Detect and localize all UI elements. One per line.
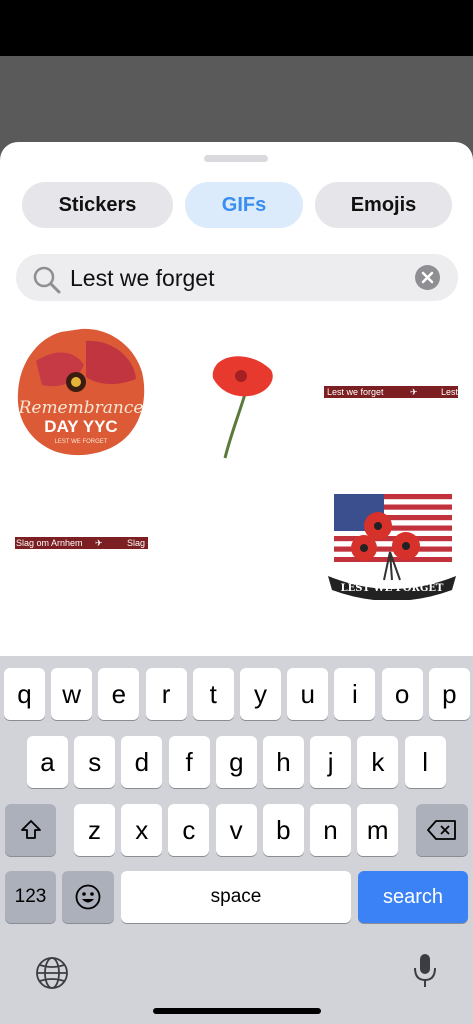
gif-remembrance-day[interactable]: Remembrance DAY YYC LEST WE FORGET [16, 327, 146, 457]
gif3-right-text: Lest [441, 387, 458, 397]
search-field[interactable]: Lest we forget [16, 254, 458, 301]
key-s[interactable]: s [74, 736, 116, 788]
gif-flag-poppies[interactable]: LEST WE FORGET [326, 490, 458, 600]
space-key[interactable]: space [121, 871, 351, 923]
delete-key[interactable] [416, 804, 468, 856]
key-j[interactable]: j [310, 736, 352, 788]
key-r[interactable]: r [145, 668, 187, 720]
shift-icon [20, 820, 41, 839]
gif5-ribbon-text: LEST WE FORGET [341, 583, 444, 594]
emoji-icon [75, 884, 101, 910]
key-a[interactable]: a [27, 736, 68, 788]
key-d[interactable]: d [121, 736, 163, 788]
microphone-icon[interactable] [412, 952, 438, 990]
key-c[interactable]: c [168, 804, 210, 856]
key-q[interactable]: q [4, 668, 45, 720]
search-key[interactable]: search [358, 871, 468, 923]
key-o[interactable]: o [381, 668, 423, 720]
key-z[interactable]: z [74, 804, 115, 856]
key-w[interactable]: w [51, 668, 93, 720]
home-indicator [153, 1008, 321, 1014]
gif1-line1: Remembrance [18, 398, 144, 418]
tab-emojis[interactable]: Emojis [315, 182, 452, 228]
gif-slag-om-arnhem-banner[interactable]: Slag om Arnhem ✈ Slag o [15, 537, 148, 549]
key-x[interactable]: x [121, 804, 163, 856]
gif3-left-text: Lest we forget [327, 387, 384, 397]
shift-key[interactable] [5, 804, 56, 856]
key-m[interactable]: m [357, 804, 399, 856]
gif-lest-we-forget-banner[interactable]: Lest we forget ✈ Lest [324, 386, 458, 398]
gif1-line3: LEST WE FORGET [55, 439, 108, 445]
magnifier-icon [33, 266, 61, 294]
plane-icon: ✈ [95, 538, 103, 548]
sheet-grabber[interactable] [204, 155, 268, 162]
key-i[interactable]: i [334, 668, 376, 720]
gif4-left-text: Slag om Arnhem [16, 538, 83, 548]
key-v[interactable]: v [215, 804, 257, 856]
tab-gifs[interactable]: GIFs [185, 182, 303, 228]
gif4-right-text: Slag o [127, 538, 148, 548]
key-y[interactable]: y [240, 668, 281, 720]
emoji-key[interactable] [62, 871, 114, 923]
clear-icon[interactable] [415, 265, 440, 290]
key-h[interactable]: h [263, 736, 304, 788]
keyboard: qwertyuiop asdfghjkl zxcvbnm 123 space s… [0, 656, 473, 1024]
key-p[interactable]: p [428, 668, 470, 720]
gif-poppy[interactable] [205, 350, 280, 462]
tab-stickers[interactable]: Stickers [22, 182, 173, 228]
search-input[interactable]: Lest we forget [70, 265, 214, 292]
gif1-line2: DAY YYC [44, 417, 117, 436]
numbers-key[interactable]: 123 [5, 871, 56, 923]
plane-icon: ✈ [410, 387, 418, 397]
key-k[interactable]: k [357, 736, 399, 788]
globe-icon[interactable] [35, 956, 69, 990]
key-b[interactable]: b [262, 804, 304, 856]
key-l[interactable]: l [404, 736, 446, 788]
key-t[interactable]: t [192, 668, 234, 720]
key-u[interactable]: u [287, 668, 329, 720]
key-f[interactable]: f [168, 736, 210, 788]
backspace-icon [427, 820, 456, 840]
key-n[interactable]: n [310, 804, 351, 856]
status-area [0, 0, 473, 56]
key-g[interactable]: g [215, 736, 257, 788]
key-e[interactable]: e [98, 668, 140, 720]
